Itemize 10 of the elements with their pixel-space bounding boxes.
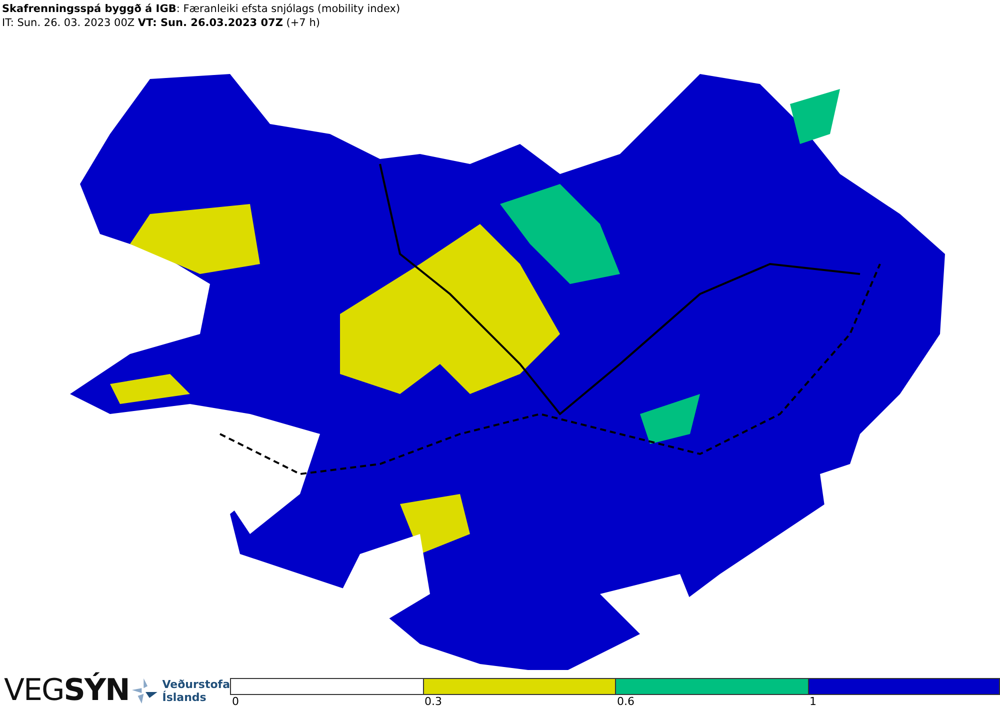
forecast-time: IT: Sun. 26. 03. 2023 00Z VT: Sun. 26.03.2023 07Z (+7 h): [2, 16, 320, 30]
legend-label: 1: [810, 695, 816, 708]
map-title: Skafrenningsspá byggð á IGB: Færanleiki efsta snjólags (mobility index): [2, 2, 400, 16]
legend-label: 0.6: [617, 695, 634, 708]
legend-label: 0: [232, 695, 239, 708]
legend-label: 0.3: [424, 695, 442, 708]
agency-name: Íslands: [162, 691, 208, 704]
star-logo-icon: [130, 676, 160, 706]
agency-name: Veðurstofa: [162, 678, 230, 691]
vegsyn-logo: VEGSÝN: [4, 674, 130, 708]
